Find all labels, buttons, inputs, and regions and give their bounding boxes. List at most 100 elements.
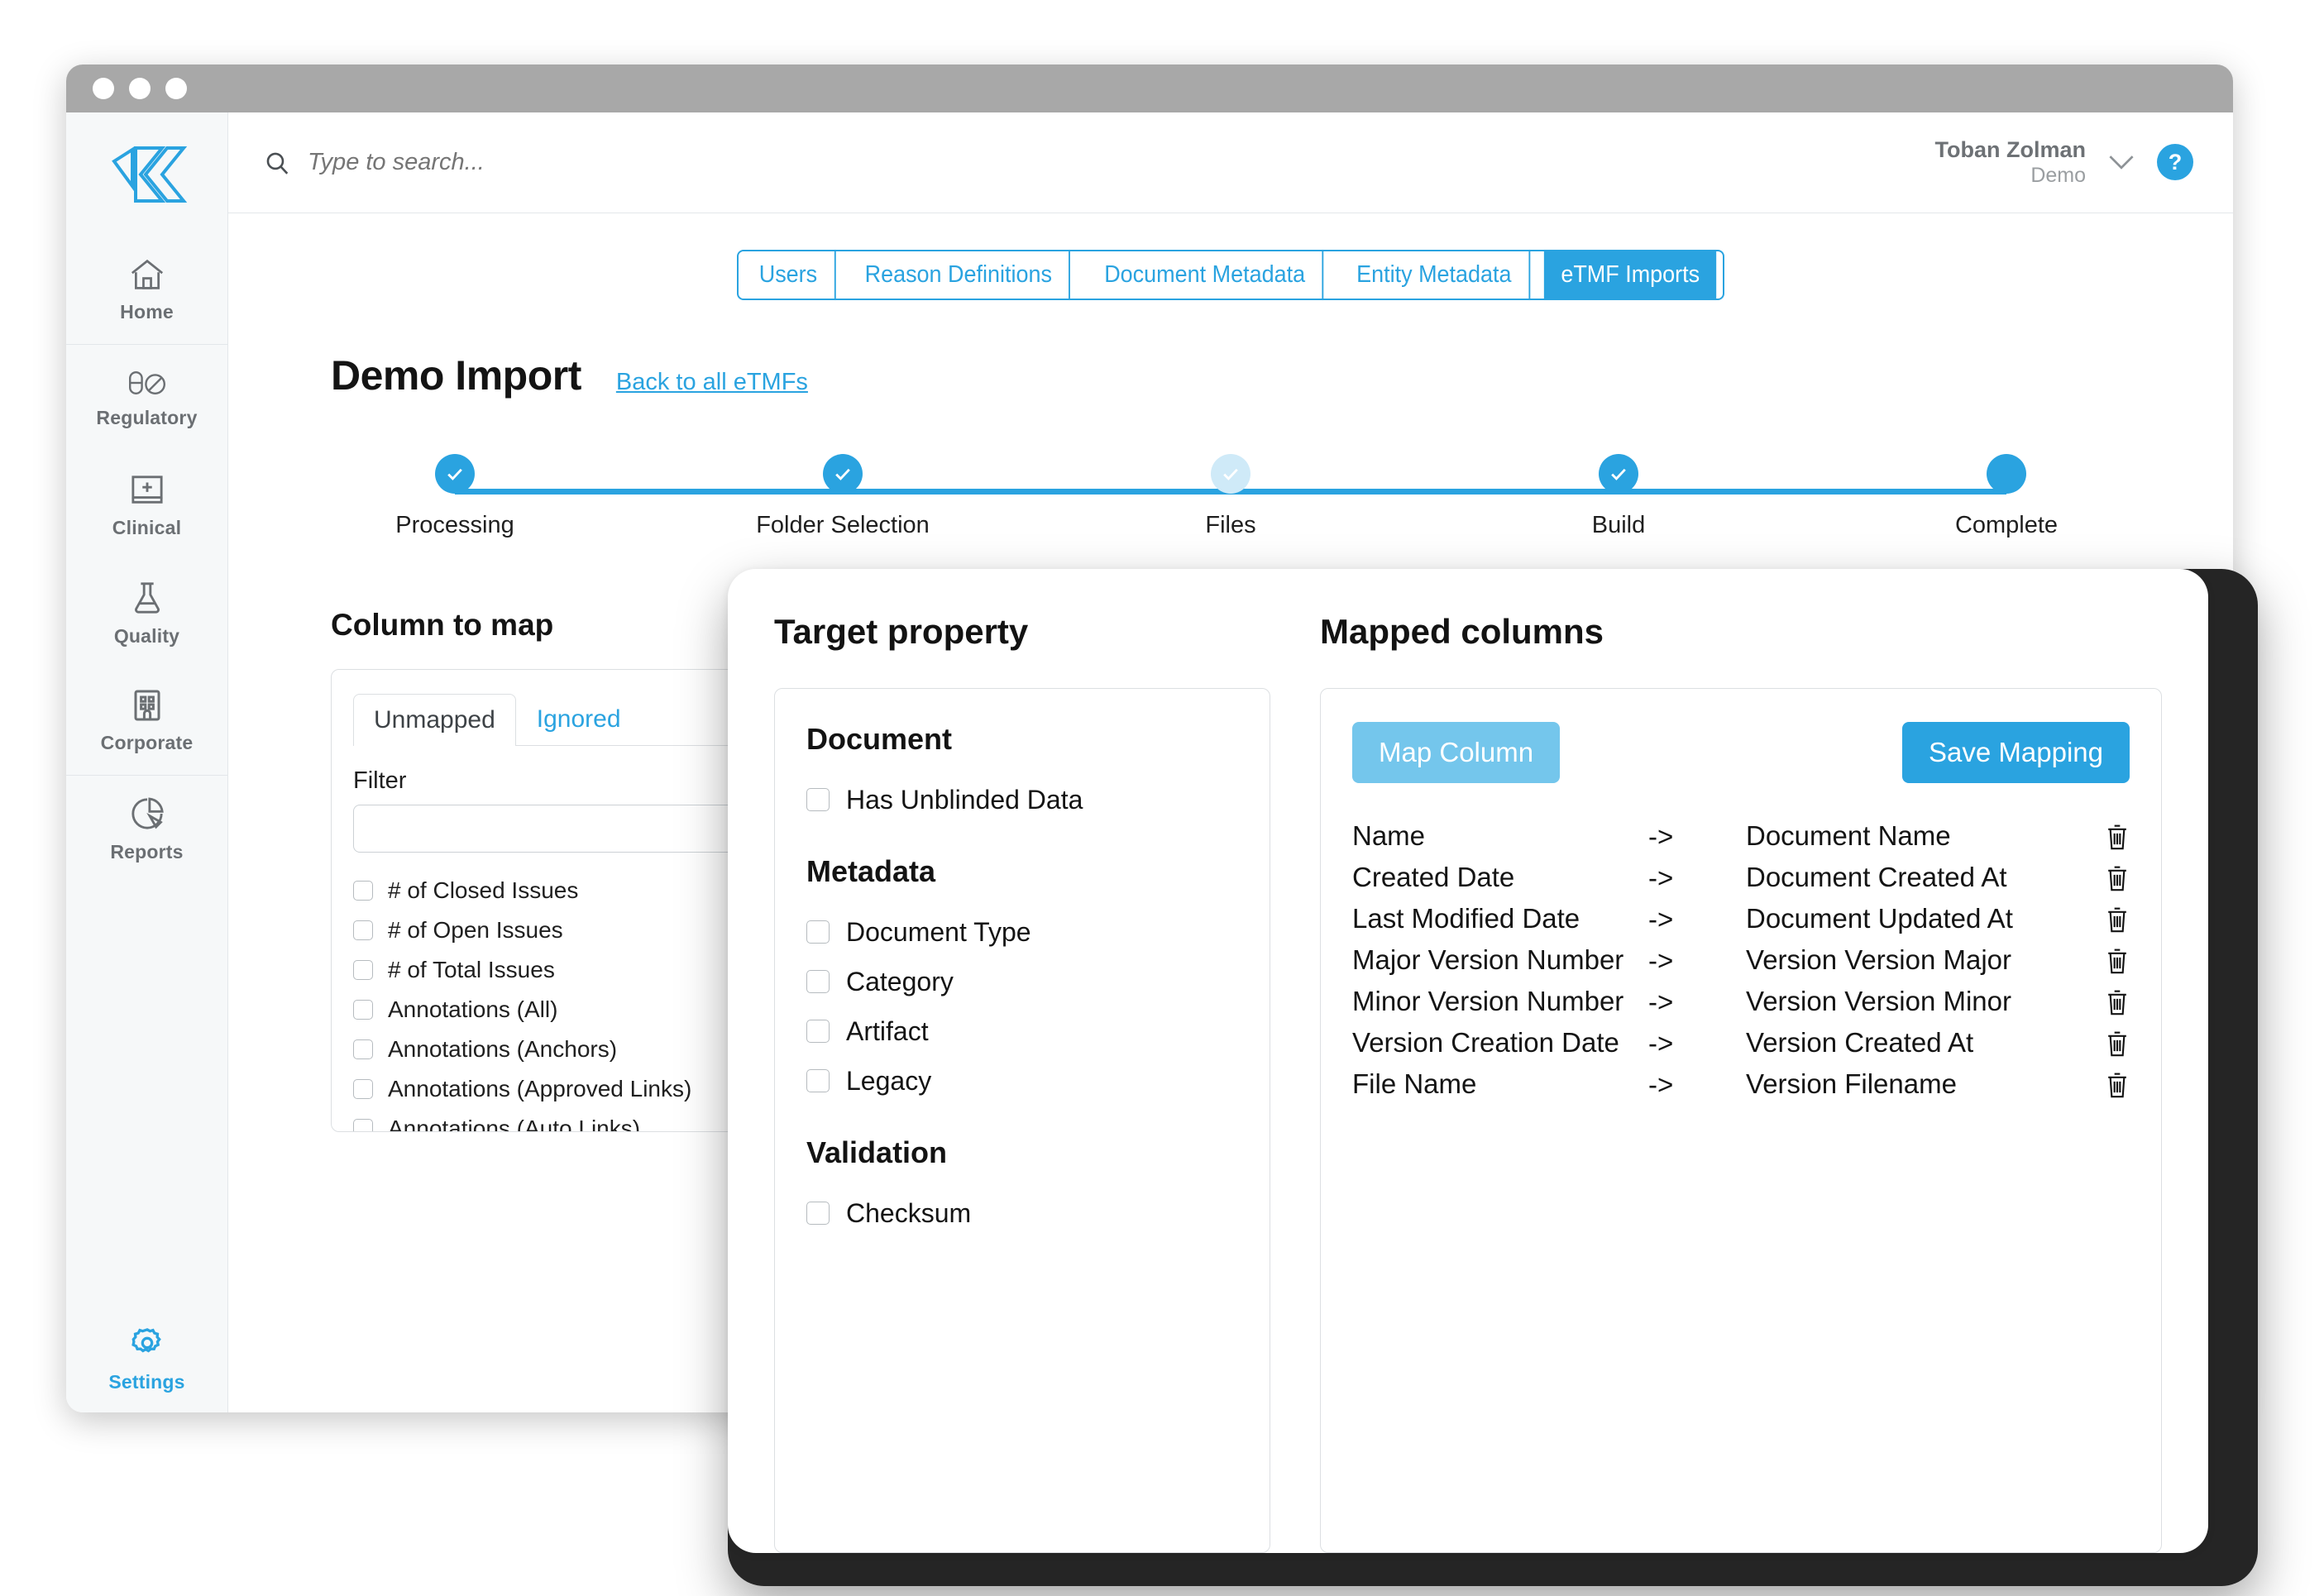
- sidebar-item-reports[interactable]: Reports: [66, 776, 227, 883]
- chevron-down-icon[interactable]: [2107, 153, 2135, 171]
- tab-users[interactable]: Users: [742, 251, 836, 299]
- checkbox[interactable]: [806, 1202, 830, 1225]
- window-close-dot[interactable]: [93, 78, 114, 99]
- tab-document-metadata[interactable]: Document Metadata: [1087, 251, 1324, 299]
- step-folder-selection[interactable]: Folder Selection: [756, 454, 930, 539]
- step-label: Files: [1205, 512, 1256, 538]
- step-label: Folder Selection: [756, 512, 930, 538]
- delete-mapping-button[interactable]: [2080, 988, 2130, 1016]
- delete-mapping-button[interactable]: [2080, 947, 2130, 975]
- mapping-source: Created Date: [1352, 862, 1515, 892]
- property-artifact[interactable]: Artifact: [806, 1006, 1238, 1056]
- global-search[interactable]: [265, 149, 1919, 176]
- sidebar-item-settings[interactable]: Settings: [66, 1305, 227, 1412]
- checkbox[interactable]: [806, 970, 830, 993]
- step-marker: [823, 454, 863, 494]
- arrow-icon: ->: [1648, 863, 1674, 893]
- window-minimize-dot[interactable]: [129, 78, 151, 99]
- mapping-target: Version Version Major: [1746, 944, 2011, 975]
- settings-tabbar: Users Reason Definitions Document Metada…: [265, 250, 2197, 300]
- property-document-type[interactable]: Document Type: [806, 907, 1238, 957]
- delete-mapping-button[interactable]: [2080, 864, 2130, 892]
- tab-unmapped[interactable]: Unmapped: [353, 694, 516, 746]
- checkbox[interactable]: [353, 960, 373, 980]
- property-checksum[interactable]: Checksum: [806, 1188, 1238, 1238]
- sidebar-item-corporate[interactable]: Corporate: [66, 667, 227, 775]
- mapping-target: Document Name: [1746, 820, 1951, 851]
- tab-ignored[interactable]: Ignored: [516, 693, 642, 745]
- back-to-all-etmfs-link[interactable]: Back to all eTMFs: [616, 369, 808, 396]
- tab-etmf-imports[interactable]: eTMF Imports: [1543, 251, 1717, 299]
- map-column-button[interactable]: Map Column: [1352, 722, 1561, 783]
- target-property-card: Document Has Unblinded Data Metadata Doc…: [774, 688, 1270, 1553]
- app-logo[interactable]: [66, 112, 227, 237]
- settings-tabs: Users Reason Definitions Document Metada…: [736, 250, 1725, 300]
- sidebar: Home Regulatory Clinical Quality Corpora…: [66, 112, 228, 1412]
- property-legacy[interactable]: Legacy: [806, 1056, 1238, 1106]
- tab-reason-definitions[interactable]: Reason Definitions: [847, 251, 1070, 299]
- pie-chart-icon: [131, 796, 164, 829]
- user-info: Toban Zolman Demo: [1935, 137, 2087, 188]
- delete-mapping-button[interactable]: [2080, 906, 2130, 934]
- mapping-source: Version Creation Date: [1352, 1027, 1619, 1058]
- user-menu[interactable]: Toban Zolman Demo ?: [1935, 137, 2193, 188]
- trash-icon: [2108, 1031, 2126, 1057]
- checkbox[interactable]: [353, 1119, 373, 1131]
- mapping-source: File Name: [1352, 1068, 1477, 1099]
- sidebar-item-regulatory[interactable]: Regulatory: [66, 345, 227, 452]
- screenshot-root: Home Regulatory Clinical Quality Corpora…: [0, 0, 2324, 1596]
- delete-mapping-button[interactable]: [2080, 1071, 2130, 1099]
- table-row: Minor Version Number -> Version Version …: [1352, 982, 2130, 1023]
- tab-entity-metadata[interactable]: Entity Metadata: [1339, 251, 1531, 299]
- delete-mapping-button[interactable]: [2080, 823, 2130, 851]
- property-has-unblinded-data[interactable]: Has Unblinded Data: [806, 775, 1238, 824]
- table-row: File Name -> Version Filename: [1352, 1064, 2130, 1106]
- checkbox[interactable]: [806, 1020, 830, 1043]
- arrow-icon: ->: [1648, 821, 1674, 852]
- delete-mapping-button[interactable]: [2080, 1030, 2130, 1058]
- sidebar-item-label: Quality: [113, 624, 180, 647]
- check-icon: [1611, 468, 1626, 480]
- checkbox[interactable]: [806, 788, 830, 811]
- search-icon: [266, 152, 289, 174]
- group-heading-validation: Validation: [806, 1135, 948, 1169]
- step-files[interactable]: Files: [1148, 454, 1313, 539]
- list-item-label: # of Total Issues: [388, 957, 555, 982]
- sidebar-item-home[interactable]: Home: [66, 237, 227, 344]
- checkbox[interactable]: [353, 1079, 373, 1099]
- help-button[interactable]: ?: [2157, 144, 2193, 181]
- sidebar-group-settings: Settings: [66, 1305, 227, 1412]
- checkbox[interactable]: [353, 1039, 373, 1059]
- gear-icon: [131, 1327, 161, 1353]
- sidebar-item-quality[interactable]: Quality: [66, 560, 227, 667]
- checkbox[interactable]: [353, 881, 373, 901]
- step-label: Build: [1591, 512, 1646, 538]
- page-header: Demo Import Back to all eTMFs: [265, 351, 2197, 399]
- search-input[interactable]: [308, 149, 804, 176]
- trash-icon: [2108, 949, 2126, 974]
- property-category[interactable]: Category: [806, 957, 1238, 1006]
- list-item-label: Annotations (Auto Links): [388, 1116, 641, 1132]
- step-marker: [1211, 454, 1250, 494]
- group-heading-document: Document: [806, 722, 953, 756]
- checkbox[interactable]: [806, 1069, 830, 1092]
- page-title: Demo Import: [331, 352, 581, 399]
- sidebar-item-clinical[interactable]: Clinical: [66, 452, 227, 560]
- window-maximize-dot[interactable]: [165, 78, 187, 99]
- checkbox[interactable]: [353, 920, 373, 940]
- user-org: Demo: [2030, 163, 2086, 187]
- checkbox[interactable]: [353, 1000, 373, 1020]
- save-mapping-button[interactable]: Save Mapping: [1902, 722, 2130, 783]
- arrow-icon: ->: [1648, 1028, 1674, 1058]
- sidebar-item-label: Corporate: [100, 731, 194, 753]
- step-processing[interactable]: Processing: [372, 454, 538, 539]
- property-label: Has Unblinded Data: [846, 784, 1083, 815]
- mapping-modal-grid: Target property Document Has Unblinded D…: [774, 612, 2162, 1553]
- checkbox[interactable]: [806, 920, 830, 944]
- step-complete[interactable]: Complete: [1924, 454, 2089, 539]
- step-build[interactable]: Build: [1536, 454, 1701, 539]
- trash-icon: [2108, 907, 2126, 933]
- table-row: Major Version Number -> Version Version …: [1352, 940, 2130, 982]
